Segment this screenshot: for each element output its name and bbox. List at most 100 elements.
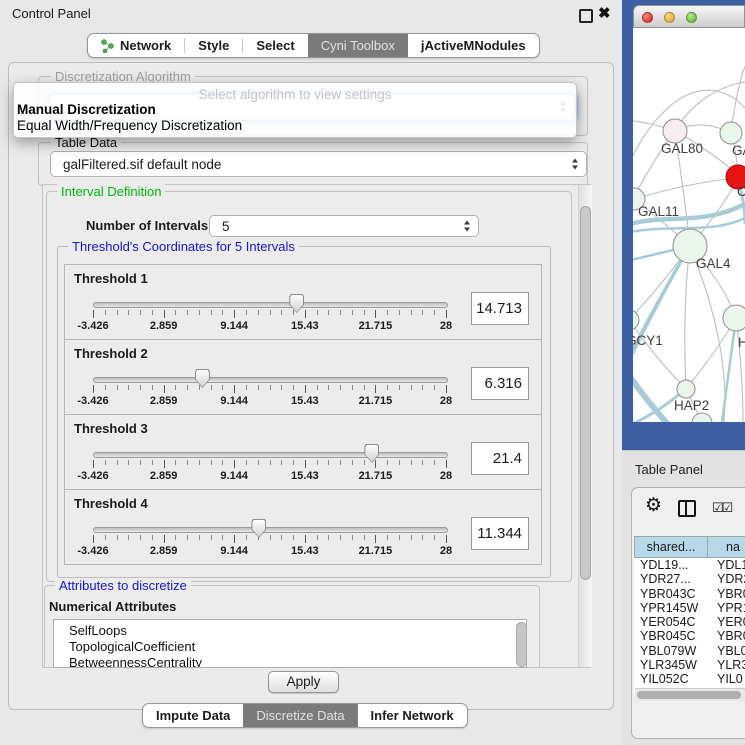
- network-edge[interactable]: [736, 318, 743, 422]
- tab-cyni-toolbox[interactable]: Cyni Toolbox: [308, 34, 408, 57]
- slider-tick: [93, 310, 94, 318]
- column-header-shared[interactable]: shared...: [634, 536, 708, 558]
- network-edge[interactable]: [690, 246, 725, 422]
- zoom-window-icon[interactable]: [686, 12, 697, 23]
- slider-tick: [281, 460, 282, 465]
- network-node-ga[interactable]: [720, 122, 742, 144]
- slider-tick: [164, 535, 165, 543]
- tab-network[interactable]: Network: [88, 34, 184, 57]
- algorithm-option-manual[interactable]: Manual Discretization: [17, 102, 156, 117]
- cell-shared-name: YER054C: [634, 615, 708, 629]
- network-edge[interactable]: [685, 246, 690, 389]
- slider-tick: [305, 385, 306, 393]
- slider-tick: [270, 460, 271, 465]
- network-edge-highlighted[interactable]: [722, 318, 736, 422]
- slider-tick: [199, 535, 200, 540]
- number-of-intervals-combobox[interactable]: 5: [209, 215, 479, 237]
- network-icon: [101, 39, 114, 53]
- slider-tick: [105, 535, 106, 540]
- slider-thumb[interactable]: [195, 369, 210, 388]
- algorithm-option-equal-width[interactable]: Equal Width/Frequency Discretization: [17, 118, 242, 133]
- cell-shared-name: YIL052C: [634, 672, 708, 686]
- tab-impute-data[interactable]: Impute Data: [143, 704, 243, 727]
- table-row[interactable]: YDR27...YDR2: [634, 572, 745, 586]
- slider-tick: [222, 385, 223, 390]
- cell-shared-name: YPR145W: [634, 601, 708, 615]
- slider-tick: [422, 385, 423, 390]
- table-row[interactable]: YPR145WYPR1: [634, 601, 745, 615]
- cell-shared-name: YBR043C: [634, 587, 708, 601]
- slider-thumb[interactable]: [251, 519, 266, 538]
- tab-style-label: Style: [198, 38, 229, 53]
- cell-name: YLR3: [708, 658, 745, 672]
- table-row[interactable]: YBR043CYBR0: [634, 587, 745, 601]
- tab-select[interactable]: Select: [243, 34, 307, 57]
- algorithm-hint-item[interactable]: Select algorithm to view settings: [14, 87, 576, 102]
- table-row[interactable]: YLR345WYLR3: [634, 658, 745, 672]
- float-panel-icon[interactable]: [579, 9, 593, 23]
- slider-tick: [446, 385, 447, 393]
- attribute-list-item[interactable]: SelfLoops: [54, 620, 526, 639]
- close-window-icon[interactable]: [642, 12, 653, 23]
- column-header-name[interactable]: na: [707, 536, 745, 558]
- close-panel-icon[interactable]: ✖: [598, 4, 611, 22]
- attribute-list-item[interactable]: BetweennessCentrality: [54, 655, 526, 668]
- slider-thumb[interactable]: [364, 444, 379, 463]
- slider-track[interactable]: [93, 302, 448, 308]
- slider-tick: [140, 385, 141, 390]
- slider-track[interactable]: [93, 452, 448, 458]
- network-window-titlebar[interactable]: [633, 5, 745, 28]
- slider-track[interactable]: [93, 377, 448, 383]
- network-node[interactable]: [692, 413, 712, 422]
- slider-tick: [199, 460, 200, 465]
- slider-tick: [352, 460, 353, 465]
- column-layout-icon[interactable]: [678, 500, 696, 517]
- table-horizontal-scrollbar[interactable]: [635, 688, 745, 701]
- table-row[interactable]: YBR045CYBR0: [634, 629, 745, 643]
- slider-tick: [340, 310, 341, 315]
- table-row[interactable]: YER054CYER0: [634, 615, 745, 629]
- table-row[interactable]: YBL079WYBL0: [634, 644, 745, 658]
- network-node-gcy1[interactable]: [633, 310, 639, 330]
- network-view-canvas[interactable]: GAL80GACGAL11GAL4GCY1HHAP2: [633, 28, 745, 422]
- tab-infer-network[interactable]: Infer Network: [358, 704, 467, 727]
- network-edge[interactable]: [633, 320, 686, 389]
- slider-track[interactable]: [93, 527, 448, 533]
- threshold-value-field[interactable]: 6.316: [471, 367, 529, 400]
- slider-tick: [164, 460, 165, 468]
- combo-arrows-icon: [572, 159, 578, 170]
- slider-tick-label: 15.43: [275, 545, 335, 557]
- slider-tick: [128, 310, 129, 315]
- minimize-window-icon[interactable]: [664, 12, 675, 23]
- apply-button[interactable]: Apply: [268, 671, 339, 693]
- slider-tick: [328, 385, 329, 390]
- slider-tick: [105, 385, 106, 390]
- slider-tick: [281, 535, 282, 540]
- gear-icon[interactable]: ⚙: [645, 496, 662, 515]
- network-node-gal80[interactable]: [663, 119, 687, 143]
- attribute-list-item[interactable]: TopologicalCoefficient: [54, 639, 526, 655]
- tab-jactivemnodules[interactable]: jActiveMNodules: [408, 34, 539, 57]
- tab-style[interactable]: Style: [185, 34, 242, 57]
- table-horizontal-scrollbar-thumb[interactable]: [637, 691, 741, 699]
- select-columns-icon[interactable]: ☑☑: [712, 500, 731, 516]
- table-row[interactable]: YIL052CYIL0: [634, 672, 745, 686]
- slider-tick: [152, 385, 153, 390]
- slider-tick: [199, 385, 200, 390]
- cell-name: YDR2: [708, 572, 745, 586]
- vertical-scrollbar-thumb[interactable]: [580, 206, 591, 580]
- tab-discretize-data[interactable]: Discretize Data: [243, 704, 357, 727]
- threshold-value-field[interactable]: 11.344: [471, 517, 529, 550]
- network-edge[interactable]: [634, 178, 737, 199]
- threshold-value-field[interactable]: 14.713: [471, 292, 529, 325]
- network-node-hap2[interactable]: [677, 380, 695, 398]
- numerical-attributes-list[interactable]: SelfLoopsTopologicalCoefficientBetweenne…: [53, 619, 527, 668]
- table-data-combobox[interactable]: galFiltered.sif default node: [50, 151, 587, 177]
- network-node-h[interactable]: [723, 305, 745, 331]
- slider-tick: [375, 310, 376, 318]
- threshold-value-field[interactable]: 21.4: [471, 442, 529, 475]
- slider-thumb[interactable]: [289, 294, 304, 313]
- tab-network-label: Network: [120, 38, 171, 53]
- table-row[interactable]: YDL19...YDL1: [634, 558, 745, 572]
- list-scrollbar-thumb[interactable]: [516, 622, 527, 667]
